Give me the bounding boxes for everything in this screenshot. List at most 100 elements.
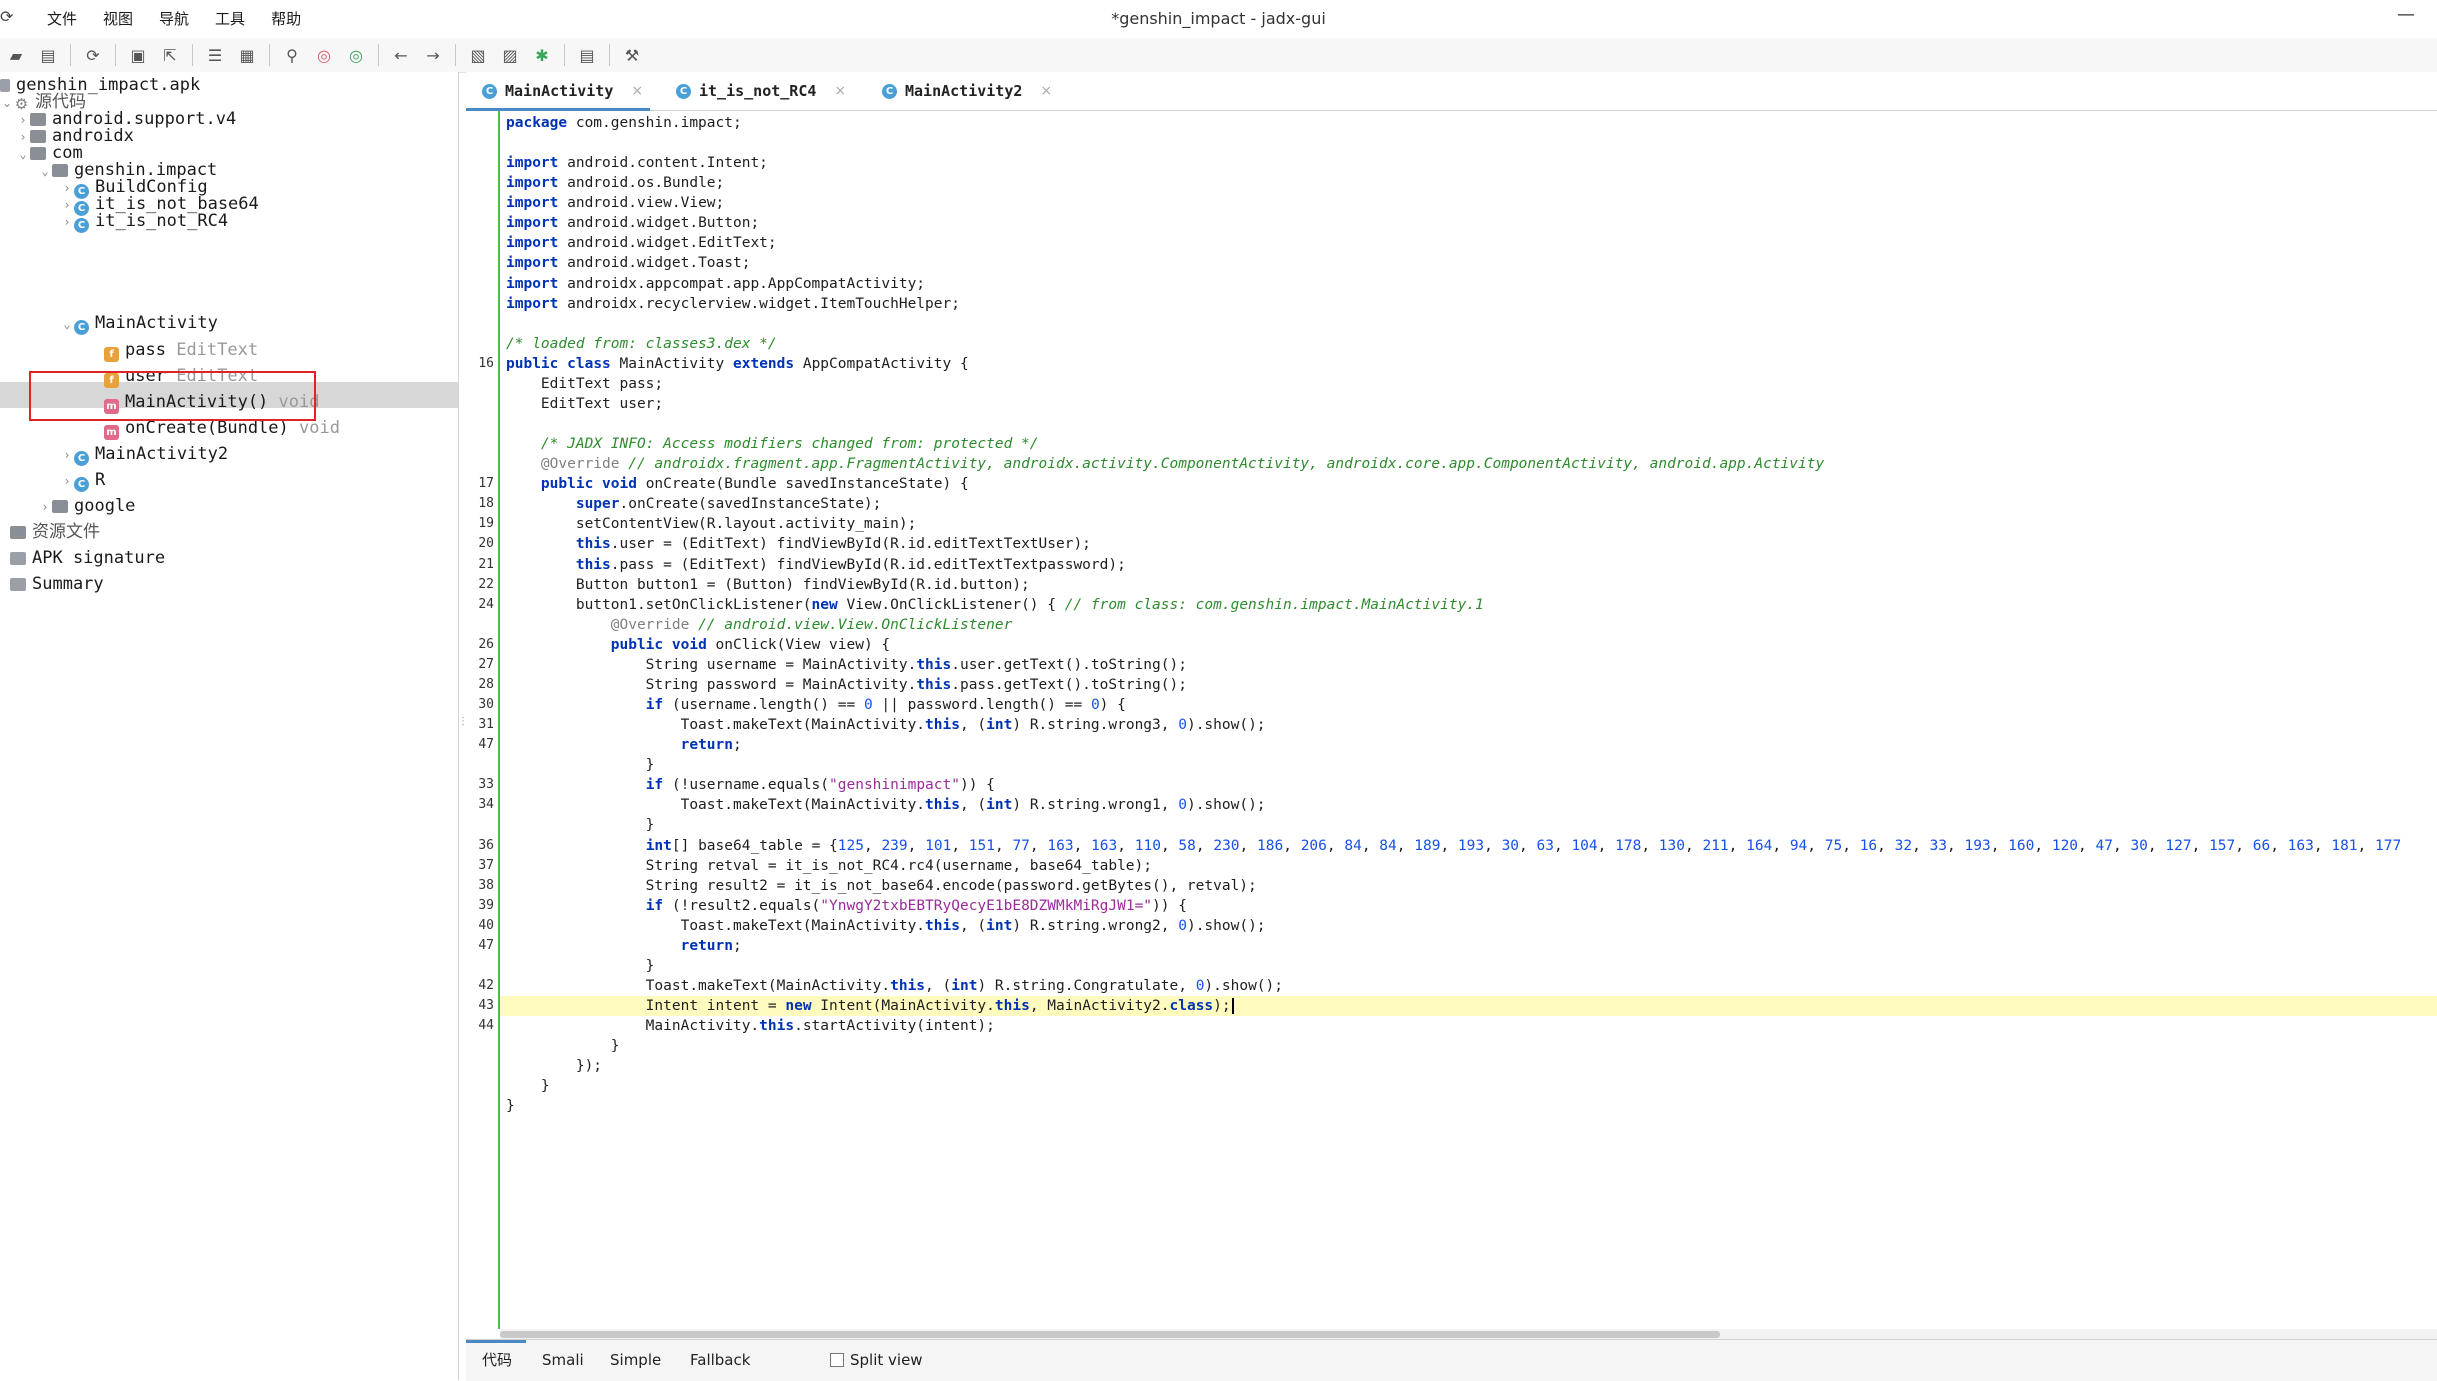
code-line[interactable]: /* loaded from: classes3.dex */ [500, 334, 2437, 354]
code-line[interactable]: if (!username.equals("genshinimpact")) { [500, 775, 2437, 795]
close-icon[interactable]: × [631, 83, 643, 99]
tree-field-pass[interactable]: f pass EditText [104, 337, 258, 363]
code-line[interactable]: import androidx.recyclerview.widget.Item… [500, 294, 2437, 314]
sync-tree-icon[interactable]: ☰ [204, 44, 226, 66]
menu-file[interactable]: 文件 [34, 0, 90, 38]
tree-pkg-google[interactable]: › google [38, 493, 135, 519]
code-line[interactable]: @Override // android.view.View.OnClickLi… [500, 615, 2437, 635]
close-icon[interactable]: × [1040, 83, 1052, 99]
export-icon[interactable]: ⇱ [159, 44, 181, 66]
code-line[interactable]: import android.view.View; [500, 193, 2437, 213]
code-line[interactable]: import android.widget.Button; [500, 213, 2437, 233]
code-line[interactable]: this.user = (EditText) findViewById(R.id… [500, 534, 2437, 554]
code-line[interactable]: int[] base64_table = {125, 239, 101, 151… [500, 836, 2437, 856]
bookmark-icon[interactable]: ▨ [499, 44, 521, 66]
code-line[interactable] [500, 414, 2437, 434]
chevron-right-icon[interactable]: › [60, 442, 74, 468]
code-line[interactable]: public void onClick(View view) { [500, 635, 2437, 655]
code-line[interactable]: } [500, 815, 2437, 835]
chevron-right-icon[interactable]: › [60, 209, 74, 235]
tab-simple[interactable]: Simple [610, 1340, 661, 1381]
code-line[interactable]: String username = MainActivity.this.user… [500, 655, 2437, 675]
code-line[interactable] [500, 314, 2437, 334]
goto-icon[interactable]: ▧ [467, 44, 489, 66]
menu-tools[interactable]: 工具 [202, 0, 258, 38]
code-line[interactable]: import android.widget.EditText; [500, 233, 2437, 253]
scrollbar-thumb[interactable] [500, 1331, 1720, 1338]
tree-summary[interactable]: Summary [10, 571, 104, 597]
code-line[interactable]: @Override // androidx.fragment.app.Fragm… [500, 454, 2437, 474]
code-line[interactable]: Toast.makeText(MainActivity.this, (int) … [500, 795, 2437, 815]
code-line[interactable]: } [500, 1096, 2437, 1116]
chevron-down-icon[interactable]: ⌄ [38, 158, 52, 184]
code-line[interactable]: Toast.makeText(MainActivity.this, (int) … [500, 976, 2437, 996]
code-line[interactable]: Toast.makeText(MainActivity.this, (int) … [500, 916, 2437, 936]
minimize-button[interactable]: — [2397, 4, 2415, 25]
code-line[interactable]: import android.content.Intent; [500, 153, 2437, 173]
open-file-icon[interactable]: ▰ [5, 44, 27, 66]
find-class-icon[interactable]: ◎ [345, 44, 367, 66]
back-icon[interactable]: ← [390, 44, 412, 66]
tab-mainactivity2[interactable]: C MainActivity2 × [882, 72, 1052, 110]
tree-class-mainactivity2[interactable]: › C MainActivity2 [60, 441, 228, 467]
code-line[interactable]: Toast.makeText(MainActivity.this, (int) … [500, 715, 2437, 735]
chevron-down-icon[interactable]: ⌄ [16, 141, 30, 167]
tree-class-r[interactable]: › C R [60, 467, 105, 493]
code-line[interactable]: import android.os.Bundle; [500, 173, 2437, 193]
tab-mainactivity[interactable]: C MainActivity × [482, 72, 643, 110]
chevron-right-icon[interactable]: › [38, 494, 52, 520]
tree-apk-signature[interactable]: APK signature [10, 545, 165, 571]
chevron-right-icon[interactable]: › [60, 468, 74, 494]
code-line[interactable]: } [500, 1076, 2437, 1096]
split-view-checkbox[interactable] [830, 1353, 844, 1367]
code-line[interactable]: import androidx.appcompat.app.AppCompatA… [500, 274, 2437, 294]
reload-icon[interactable]: ⟳ [82, 44, 104, 66]
tree-class-rc4[interactable]: › Cit_is_not_RC4 [60, 208, 228, 234]
save-all-icon[interactable]: ▣ [127, 44, 149, 66]
code-line[interactable]: /* JADX INFO: Access modifiers changed f… [500, 434, 2437, 454]
code-line[interactable]: import android.widget.Toast; [500, 253, 2437, 273]
code-line[interactable]: setContentView(R.layout.activity_main); [500, 514, 2437, 534]
code-line[interactable]: super.onCreate(savedInstanceState); [500, 494, 2437, 514]
code-line-current[interactable]: Intent intent = new Intent(MainActivity.… [500, 996, 2437, 1017]
code-line[interactable]: if (username.length() == 0 || password.l… [500, 695, 2437, 715]
project-tree[interactable]: genshin_impact.apk ⌄ ⚙ 源代码 › android.suppor… [0, 72, 459, 1380]
code-editor[interactable]: package com.genshin.impact; import androi… [500, 111, 2437, 1329]
code-line[interactable]: EditText user; [500, 394, 2437, 414]
code-line[interactable]: return; [500, 936, 2437, 956]
code-line[interactable]: EditText pass; [500, 374, 2437, 394]
add-files-icon[interactable]: ▤ [37, 44, 59, 66]
tab-it-is-not-rc4[interactable]: Cit_is_not_RC4 × [676, 72, 846, 110]
code-line[interactable]: } [500, 755, 2437, 775]
code-line[interactable] [500, 133, 2437, 153]
close-icon[interactable]: × [834, 83, 846, 99]
horizontal-scrollbar[interactable] [500, 1329, 2437, 1339]
debug-icon[interactable]: ✱ [531, 44, 553, 66]
menu-view[interactable]: 视图 [90, 0, 146, 38]
code-line[interactable]: this.pass = (EditText) findViewById(R.id… [500, 555, 2437, 575]
code-line[interactable]: }); [500, 1056, 2437, 1076]
code-line[interactable]: public void onCreate(Bundle savedInstanc… [500, 474, 2437, 494]
chevron-down-icon[interactable]: ⌄ [0, 90, 14, 116]
code-line[interactable]: public class MainActivity extends AppCom… [500, 354, 2437, 374]
tab-smali[interactable]: Smali [542, 1340, 584, 1381]
tab-code[interactable]: 代码 [482, 1340, 512, 1381]
code-line[interactable]: return; [500, 735, 2437, 755]
chevron-down-icon[interactable]: ⌄ [60, 311, 74, 337]
code-line[interactable]: if (!result2.equals("YnwgY2txbEBTRyQecyE… [500, 896, 2437, 916]
code-line[interactable]: button1.setOnClickListener(new View.OnCl… [500, 595, 2437, 615]
code-line[interactable]: String password = MainActivity.this.pass… [500, 675, 2437, 695]
code-line[interactable]: } [500, 956, 2437, 976]
tree-class-mainactivity[interactable]: ⌄ C MainActivity [60, 310, 218, 336]
forward-icon[interactable]: → [422, 44, 444, 66]
tree-resources[interactable]: 资源文件 [10, 519, 100, 545]
preferences-icon[interactable]: ⚒ [621, 44, 643, 66]
search-icon[interactable]: ⚲ [281, 44, 303, 66]
code-line[interactable]: } [500, 1036, 2437, 1056]
find-usage-icon[interactable]: ◎ [313, 44, 335, 66]
code-line[interactable]: MainActivity.this.startActivity(intent); [500, 1016, 2437, 1036]
menu-help[interactable]: 帮助 [258, 0, 314, 38]
flatten-packages-icon[interactable]: ▦ [236, 44, 258, 66]
tab-fallback[interactable]: Fallback [690, 1340, 750, 1381]
code-line[interactable]: Button button1 = (Button) findViewById(R… [500, 575, 2437, 595]
